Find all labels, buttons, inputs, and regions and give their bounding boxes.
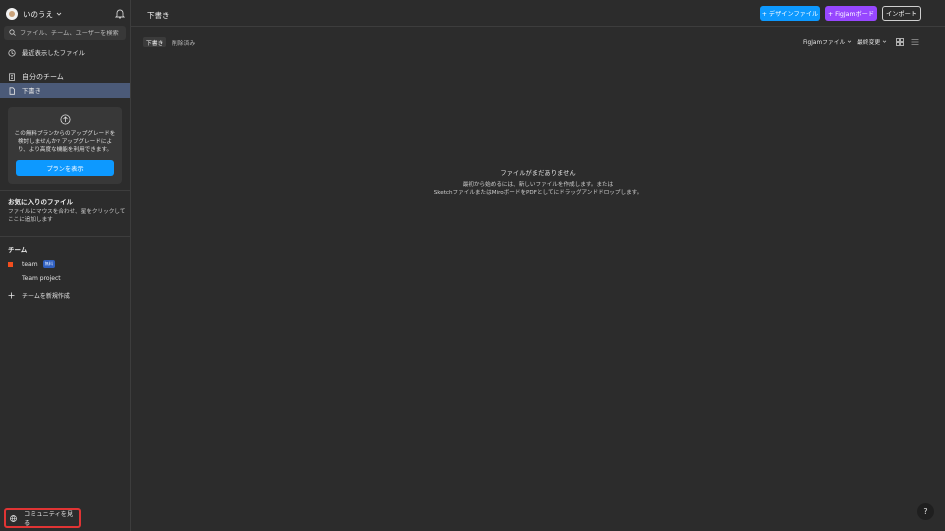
file-type-filter[interactable]: FigJamファイル [803,37,852,46]
sidebar-item-team[interactable]: team 無料 [8,259,55,269]
new-figjam-board-button[interactable]: + FigJamボード [825,6,877,21]
team-color-icon [8,261,13,267]
app-window: いのうえ 最近表示したファイル 自分のチーム [0,0,945,531]
help-button[interactable]: ? [917,503,934,520]
create-team-label: チームを新規作成 [22,292,70,300]
import-button[interactable]: インポート [882,6,921,21]
plus-icon [8,292,15,299]
sidebar-item-my-team[interactable]: 自分のチーム [0,69,130,84]
tab-deleted[interactable]: 削除済み [172,37,195,47]
favorites-description: ファイルにマウスを合わせ、星をクリックしてここに追加します [8,209,126,223]
search-icon [9,28,16,38]
plan-badge: 無料 [42,260,55,268]
sidebar-item-label: 自分のチーム [22,72,64,81]
explore-community-button[interactable]: コミュニティを見る [4,508,81,528]
tab-drafts[interactable]: 下書き [143,37,167,47]
header-divider [131,26,945,27]
chevron-down-icon [55,11,62,18]
bell-icon[interactable] [114,8,126,19]
empty-state-text: 最初から始めるには、新しいファイルを作成します。または [462,182,614,188]
sidebar-item-drafts[interactable]: 下書き [0,83,130,98]
avatar [6,8,18,20]
sort-filter-label: 最終変更 [857,40,881,46]
sidebar-item-recent[interactable]: 最近表示したファイル [0,45,130,60]
user-name: いのうえ [23,9,53,19]
sidebar-item-label: 下書き [22,88,41,95]
building-icon [8,72,16,81]
favorites-title: お気に入りのファイル [8,198,73,206]
page-title: 下書き [147,11,170,20]
empty-state-text: SketchファイルまたはMiroボードをPDFとしてにドラッグアンドドロップし… [433,190,643,196]
clock-icon [8,48,16,57]
account-menu[interactable]: いのうえ [6,7,126,21]
create-team-button[interactable]: チームを新規作成 [8,290,70,300]
upgrade-text: この無料プランからのアップグレードを検討しませんか? アップグレードにより、より… [14,131,116,153]
search-box[interactable] [4,26,126,40]
team-name: team [22,260,38,268]
chevron-down-icon [847,39,852,44]
sort-filter[interactable]: 最終変更 [857,37,887,46]
view-plans-button[interactable]: プランを表示 [16,160,114,176]
grid-view-icon[interactable] [895,37,905,47]
list-view-icon[interactable] [910,37,920,47]
search-input[interactable] [20,29,120,37]
file-icon [8,86,16,95]
file-type-filter-label: FigJamファイル [803,40,846,46]
chevron-down-icon [882,39,887,44]
upgrade-card: この無料プランからのアップグレードを検討しませんか? アップグレードにより、より… [8,107,122,184]
main-content: 下書き + デザインファイル + FigJamボード インポート 下書き 削除済… [131,0,945,531]
teams-title: チーム [8,246,28,254]
arrow-up-circle-icon [60,114,71,125]
community-label: コミュニティを見る [24,511,74,527]
sidebar: いのうえ 最近表示したファイル 自分のチーム [0,0,131,531]
empty-state-title: ファイルがまだありません [500,170,576,177]
divider [0,236,130,237]
sidebar-item-team-project[interactable]: Team project [22,275,61,282]
sidebar-item-label: 最近表示したファイル [22,50,85,57]
new-design-file-button[interactable]: + デザインファイル [760,6,820,21]
globe-icon [10,514,17,522]
divider [0,190,130,191]
